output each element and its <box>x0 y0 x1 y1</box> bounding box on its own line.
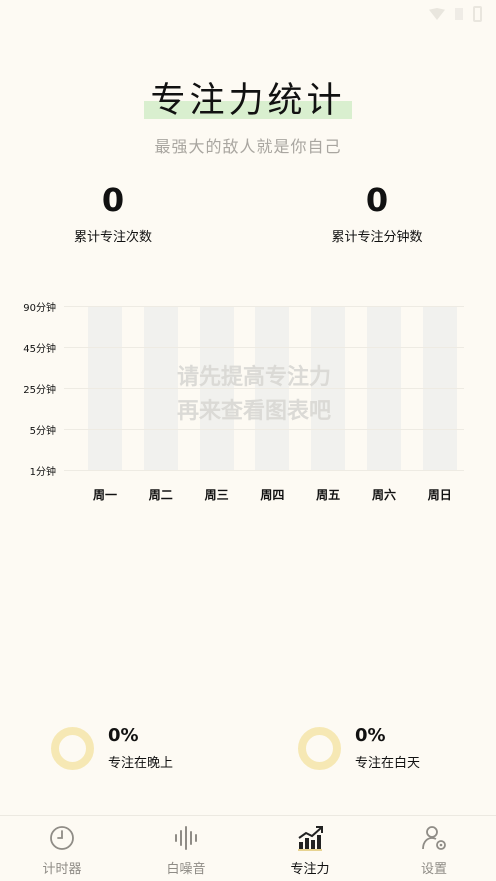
night-label: 专注在晚上 <box>108 756 174 771</box>
night-ring <box>51 726 94 770</box>
chart-trend-icon <box>296 824 324 852</box>
wifi-icon <box>429 8 445 20</box>
y-tick-label: 45分钟 <box>23 344 56 355</box>
stat-minutes: 0 累计专注分钟数 <box>277 180 477 245</box>
page-subtitle: 最强大的敌人就是你自己 <box>154 137 342 156</box>
minutes-label: 累计专注分钟数 <box>331 230 423 245</box>
x-tick-label: 周三 <box>204 488 229 502</box>
status-bar <box>0 0 496 30</box>
x-tick-label: 周五 <box>316 488 341 502</box>
y-tick-label: 90分钟 <box>23 303 56 314</box>
x-tick-label: 周二 <box>148 488 173 502</box>
page-title-wrap: 专注力统计 <box>144 72 352 123</box>
nav-label-white-noise: 白噪音 <box>166 862 206 877</box>
soundwave-icon <box>172 824 200 852</box>
nav-label-settings: 设置 <box>420 862 447 877</box>
nav-item-white-noise[interactable]: 白噪音 <box>124 816 248 881</box>
x-tick-label: 周日 <box>427 488 452 502</box>
night-focus-block: 0% 专注在晚上 <box>51 725 173 771</box>
clock-icon <box>48 824 76 852</box>
nav-item-settings[interactable]: 设置 <box>372 816 496 881</box>
gridline <box>64 429 464 430</box>
y-tick-label: 5分钟 <box>29 426 56 437</box>
gridline <box>64 388 464 389</box>
minutes-value: 0 <box>365 181 389 219</box>
signal-icon <box>455 8 463 20</box>
nav-item-focus[interactable]: 专注力 <box>248 816 372 881</box>
x-tick-label: 周一 <box>92 488 117 502</box>
night-percent: 0% <box>108 725 139 746</box>
battery-icon <box>473 6 482 22</box>
sessions-value: 0 <box>101 181 125 219</box>
nav-label-timer: 计时器 <box>42 862 82 877</box>
y-tick-label: 25分钟 <box>23 385 56 396</box>
y-tick-label: 1分钟 <box>29 467 56 478</box>
empty-message-line2: 再来查看图表吧 <box>176 399 331 424</box>
gridline <box>64 306 464 307</box>
status-icons <box>429 6 482 22</box>
day-percent: 0% <box>355 725 386 746</box>
day-focus-block: 0% 专注在白天 <box>298 725 420 771</box>
header: 专注力统计 <box>0 72 496 123</box>
stat-sessions: 0 累计专注次数 <box>13 180 213 245</box>
day-ring <box>298 726 341 770</box>
bottom-nav: 计时器 白噪音 专注力 设置 <box>0 815 496 881</box>
x-tick-label: 周六 <box>371 488 396 502</box>
gridline <box>64 470 464 471</box>
weekly-focus-chart: 请先提高专注力 再来查看图表吧 90分钟 45分钟 25分钟 5分钟 1分钟周一 周二 周三… <box>0 290 496 520</box>
x-tick-label: 周四 <box>260 488 285 502</box>
nav-label-focus: 专注力 <box>290 862 330 877</box>
nav-item-timer[interactable]: 计时器 <box>0 816 124 881</box>
page-title: 专注力统计 <box>150 81 346 121</box>
day-label: 专注在白天 <box>355 756 421 771</box>
empty-message-line1: 请先提高专注力 <box>176 365 331 390</box>
user-settings-icon <box>420 824 448 852</box>
sessions-label: 累计专注次数 <box>73 230 152 245</box>
gridline <box>64 347 464 348</box>
